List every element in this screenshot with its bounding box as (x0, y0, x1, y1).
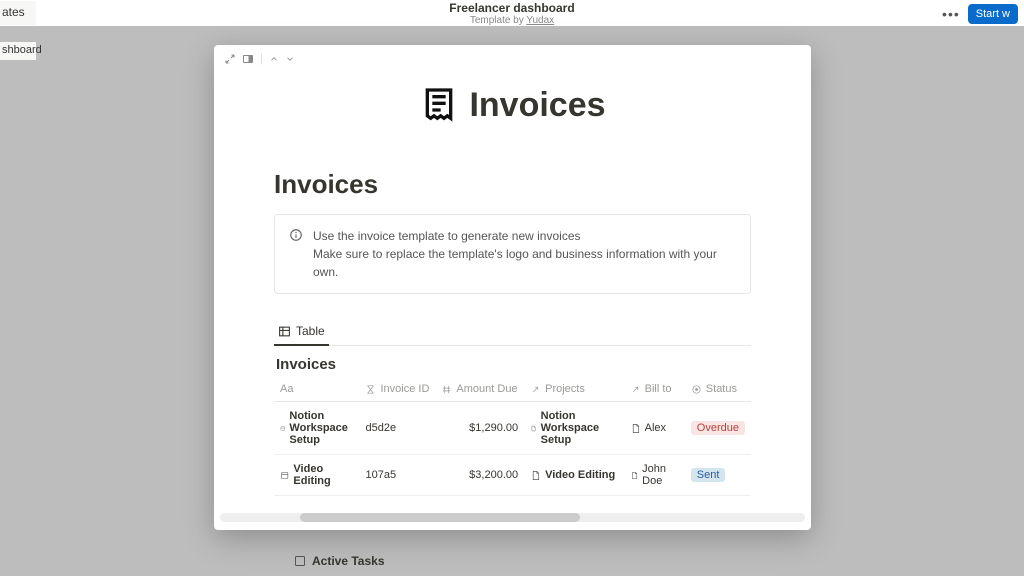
popover-toolbar: | (214, 45, 811, 73)
page-subtitle: Template by Yudax (449, 15, 574, 26)
row-invoice-id: 107a5 (359, 455, 435, 496)
callout-line: Make sure to replace the template's logo… (313, 245, 736, 281)
checklist-icon (294, 555, 306, 567)
start-button[interactable]: Start w (968, 4, 1018, 24)
row-status: Sent (685, 455, 751, 496)
scrollbar-thumb[interactable] (300, 513, 580, 522)
nav-prev-icon[interactable] (269, 54, 279, 64)
table-header-row: Aa Invoice ID Amount Due Projects Bill t… (274, 377, 751, 402)
relation-icon (630, 384, 641, 395)
row-project[interactable]: Video Editing (530, 469, 618, 481)
col-status[interactable]: Status (685, 377, 751, 402)
expand-icon[interactable] (224, 53, 236, 65)
receipt-icon (419, 85, 459, 125)
col-bill-to[interactable]: Bill to (624, 377, 685, 402)
section-title: Invoices (274, 169, 751, 200)
page-title: Freelancer dashboard (449, 1, 574, 15)
background-row: Active Tasks (294, 554, 385, 568)
invoices-table: Aa Invoice ID Amount Due Projects Bill t… (274, 377, 751, 496)
author-link[interactable]: Yudax (526, 15, 554, 26)
row-bill-to[interactable]: John Doe (630, 463, 679, 487)
row-amount: $1,290.00 (435, 402, 524, 455)
row-name[interactable]: Video Editing (280, 463, 353, 487)
more-button[interactable]: ••• (942, 6, 960, 22)
callout-line: Use the invoice template to generate new… (313, 227, 736, 245)
row-name[interactable]: Notion Workspace Setup (280, 410, 353, 446)
table-row[interactable]: Notion Workspace Setupd5d2e$1,290.00Noti… (274, 402, 751, 455)
formula-icon (365, 384, 376, 395)
horizontal-scrollbar[interactable] (220, 513, 805, 522)
col-invoice-id[interactable]: Invoice ID (359, 377, 435, 402)
app-header: Freelancer dashboard Template by Yudax •… (0, 0, 1024, 26)
row-status: Overdue (685, 402, 751, 455)
status-icon (691, 384, 702, 395)
database-title[interactable]: Invoices (274, 356, 751, 373)
info-icon (289, 228, 303, 281)
col-projects[interactable]: Projects (524, 377, 624, 402)
row-project[interactable]: Notion Workspace Setup (530, 410, 618, 446)
db-tabs: Table (274, 318, 751, 346)
sidebar-fragment: shboard (0, 42, 36, 60)
sidebar-fragment: ates (0, 1, 36, 25)
relation-icon (530, 384, 541, 395)
row-bill-to[interactable]: Alex (630, 422, 679, 434)
table-icon (278, 325, 291, 338)
callout: Use the invoice template to generate new… (274, 214, 751, 294)
number-icon (441, 384, 452, 395)
nav-next-icon[interactable] (285, 54, 295, 64)
peek-mode-icon[interactable] (242, 53, 254, 65)
row-invoice-id: d5d2e (359, 402, 435, 455)
col-amount[interactable]: Amount Due (435, 377, 524, 402)
hero-title: Invoices (469, 86, 605, 125)
table-row[interactable]: Video Editing107a5$3,200.00Video Editing… (274, 455, 751, 496)
page-hero: Invoices (214, 85, 811, 125)
page-popover: | Invoices Invoices Use the invoice temp… (214, 45, 811, 530)
tab-table[interactable]: Table (274, 318, 329, 346)
row-amount: $3,200.00 (435, 455, 524, 496)
col-name[interactable]: Aa (274, 377, 359, 402)
